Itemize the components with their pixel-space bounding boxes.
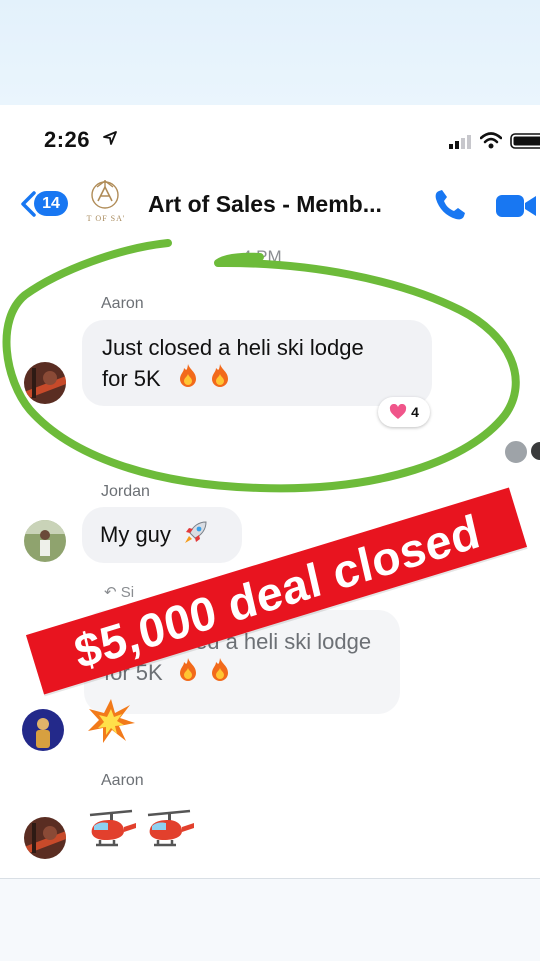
avatar[interactable]: [22, 709, 64, 751]
chat-title[interactable]: Art of Sales - Memb...: [148, 191, 382, 218]
green-circle-annotation: [0, 230, 540, 510]
avatar[interactable]: [24, 520, 66, 562]
rocket-emoji: [183, 519, 209, 545]
bottom-background: [0, 878, 540, 961]
video-icon[interactable]: [494, 193, 540, 219]
reply-sender: Si: [121, 584, 134, 601]
battery-icon: [510, 133, 540, 149]
sender-name: Aaron: [101, 772, 144, 790]
fire-emoji: [175, 657, 201, 683]
location-arrow-icon: [102, 130, 118, 146]
signal-icon: [449, 135, 471, 149]
helicopter-emoji: [84, 809, 138, 853]
unread-count-badge[interactable]: 14: [34, 191, 68, 216]
collision-emoji: [86, 697, 136, 745]
top-background: [0, 0, 540, 105]
reply-arrow-icon: ↶: [104, 584, 117, 601]
message-text: My guy: [100, 522, 171, 547]
helicopter-emoji: [142, 809, 196, 853]
group-logo: [84, 177, 126, 233]
group-logo-text: T OF SA': [82, 214, 130, 223]
phone-icon[interactable]: [432, 187, 468, 223]
status-time: 2:26: [44, 127, 90, 153]
message-bubble[interactable]: My guy: [82, 507, 242, 563]
wifi-icon: [480, 132, 502, 149]
fire-emoji: [207, 657, 233, 683]
reply-label: ↶ Si: [104, 583, 134, 601]
avatar[interactable]: [24, 817, 66, 859]
